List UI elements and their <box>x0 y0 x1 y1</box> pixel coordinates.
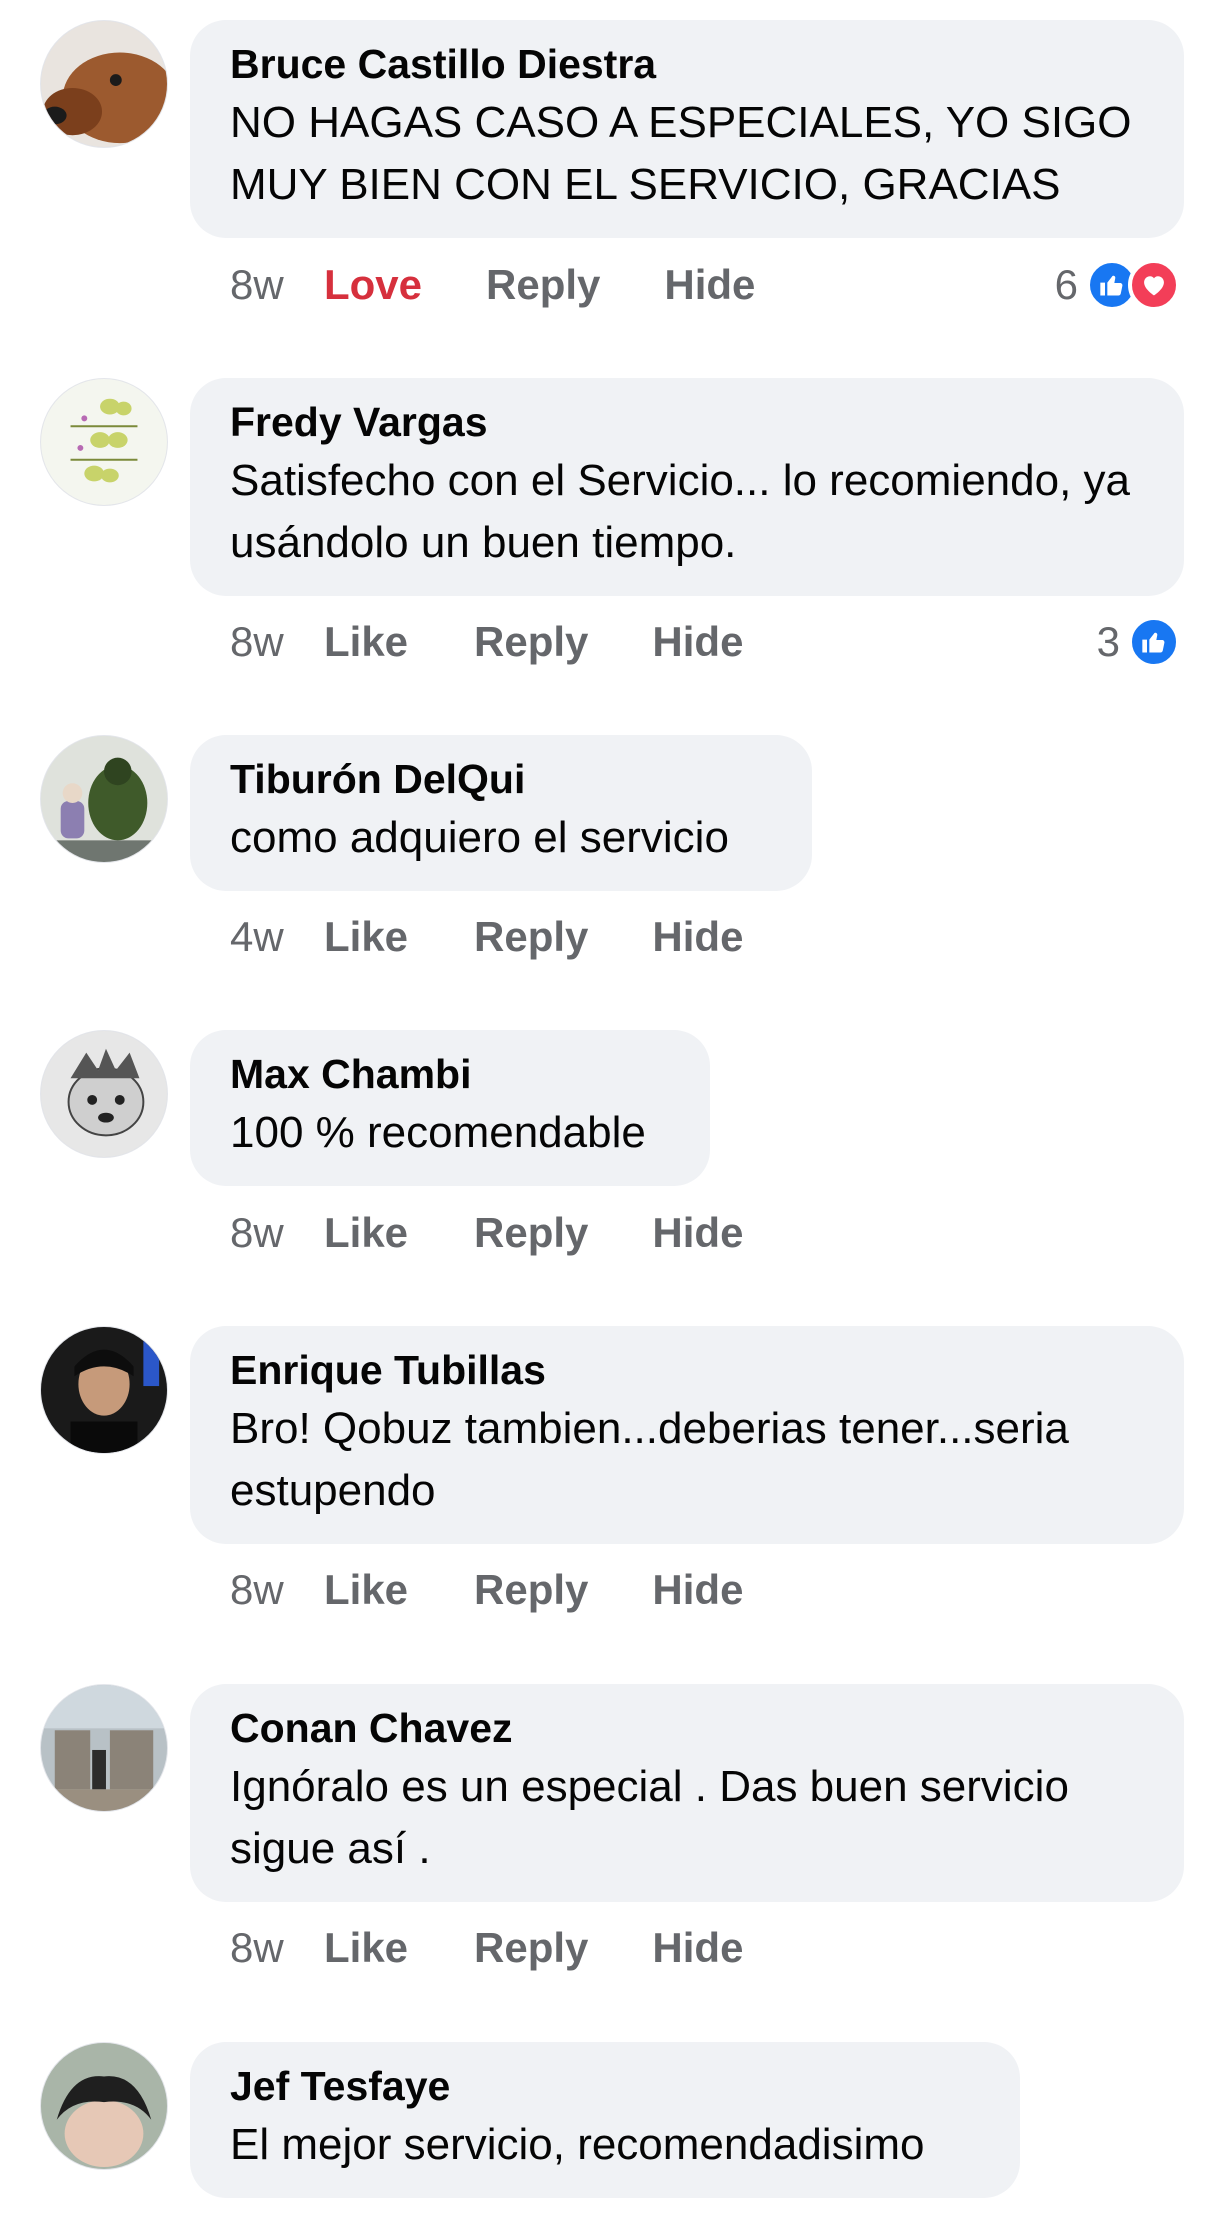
comment-bubble: Jef Tesfaye El mejor servicio, recomenda… <box>190 2042 1020 2198</box>
comment-time[interactable]: 8w <box>230 1566 324 1614</box>
reaction-summary[interactable]: 3 <box>1097 612 1180 672</box>
hide-button[interactable]: Hide <box>652 1209 743 1257</box>
love-button[interactable]: Love <box>324 261 422 309</box>
reply-button[interactable]: Reply <box>474 913 588 961</box>
comment-time[interactable]: 8w <box>230 618 324 666</box>
comment-text: Bro! Qobuz tambien...deberias tener...se… <box>230 1404 1069 1515</box>
hide-button[interactable]: Hide <box>652 913 743 961</box>
like-icon <box>1128 616 1180 668</box>
like-button[interactable]: Like <box>324 1566 408 1614</box>
like-button[interactable]: Like <box>324 618 408 666</box>
comment-time[interactable]: 8w <box>230 1924 324 1972</box>
comment-time[interactable]: 4w <box>230 913 324 961</box>
avatar[interactable] <box>40 2042 168 2170</box>
comment-time[interactable]: 8w <box>230 261 324 309</box>
reply-button[interactable]: Reply <box>474 1924 588 1972</box>
reaction-count: 3 <box>1096 618 1120 665</box>
comment-actions: 8w Like Reply Hide <box>230 1918 807 1978</box>
like-button[interactable]: Like <box>324 1209 408 1257</box>
illustration-avatar-icon <box>41 736 167 862</box>
cartoon-avatar-icon <box>41 379 167 505</box>
avatar[interactable] <box>40 1684 168 1812</box>
reply-button[interactable]: Reply <box>474 1566 588 1614</box>
like-button[interactable]: Like <box>324 913 408 961</box>
avatar[interactable] <box>40 1326 168 1454</box>
comment-bubble: Fredy Vargas Satisfecho con el Servicio.… <box>190 378 1184 596</box>
comment-text: Satisfecho con el Servicio... lo recomie… <box>230 456 1131 567</box>
comment-bubble: Max Chambi 100 % recomendable <box>190 1030 710 1186</box>
reaction-count: 6 <box>1054 261 1078 308</box>
comment-author[interactable]: Conan Chavez <box>230 1702 1144 1754</box>
love-icon <box>1128 259 1180 311</box>
comment-actions: 8w Like Reply Hide <box>230 1560 807 1620</box>
comment-text: NO HAGAS CASO A ESPECIALES, YO SIGO MUY … <box>230 98 1132 209</box>
hide-button[interactable]: Hide <box>664 261 755 309</box>
hide-button[interactable]: Hide <box>652 1924 743 1972</box>
comment-text: 100 % recomendable <box>230 1108 646 1157</box>
comment-author[interactable]: Jef Tesfaye <box>230 2060 980 2112</box>
avatar[interactable] <box>40 1030 168 1158</box>
comment-author[interactable]: Bruce Castillo Diestra <box>230 38 1144 90</box>
comment-text: El mejor servicio, recomendadisimo <box>230 2120 925 2169</box>
comment-author[interactable]: Tiburón DelQui <box>230 753 772 805</box>
dog-avatar-icon <box>41 21 167 147</box>
person-avatar-icon <box>41 2043 167 2169</box>
reply-button[interactable]: Reply <box>486 261 600 309</box>
reply-button[interactable]: Reply <box>474 618 588 666</box>
sketch-avatar-icon <box>41 1031 167 1157</box>
hide-button[interactable]: Hide <box>652 1566 743 1614</box>
letters-avatar-icon <box>41 1685 167 1811</box>
comment-actions: 8w Like Reply Hide <box>230 1203 807 1263</box>
comment-text: Ignóralo es un especial . Das buen servi… <box>230 1762 1069 1873</box>
comment-bubble: Conan Chavez Ignóralo es un especial . D… <box>190 1684 1184 1902</box>
reply-button[interactable]: Reply <box>474 1209 588 1257</box>
comment-actions: 8w Love Reply Hide <box>230 255 819 315</box>
comment-author[interactable]: Enrique Tubillas <box>230 1344 1144 1396</box>
comment-bubble: Bruce Castillo Diestra NO HAGAS CASO A E… <box>190 20 1184 238</box>
avatar[interactable] <box>40 735 168 863</box>
person-avatar-icon <box>41 1327 167 1453</box>
like-button[interactable]: Like <box>324 1924 408 1972</box>
hide-button[interactable]: Hide <box>652 618 743 666</box>
comment-bubble: Tiburón DelQui como adquiero el servicio <box>190 735 812 891</box>
avatar[interactable] <box>40 378 168 506</box>
comment-author[interactable]: Max Chambi <box>230 1048 670 1100</box>
comment-actions: 8w Like Reply Hide <box>230 612 807 672</box>
reaction-summary[interactable]: 6 <box>1055 255 1180 315</box>
comment-text: como adquiero el servicio <box>230 813 729 862</box>
comment-time[interactable]: 8w <box>230 1209 324 1257</box>
comment-bubble: Enrique Tubillas Bro! Qobuz tambien...de… <box>190 1326 1184 1544</box>
comment-author[interactable]: Fredy Vargas <box>230 396 1144 448</box>
comment-actions: 4w Like Reply Hide <box>230 907 807 967</box>
avatar[interactable] <box>40 20 168 148</box>
